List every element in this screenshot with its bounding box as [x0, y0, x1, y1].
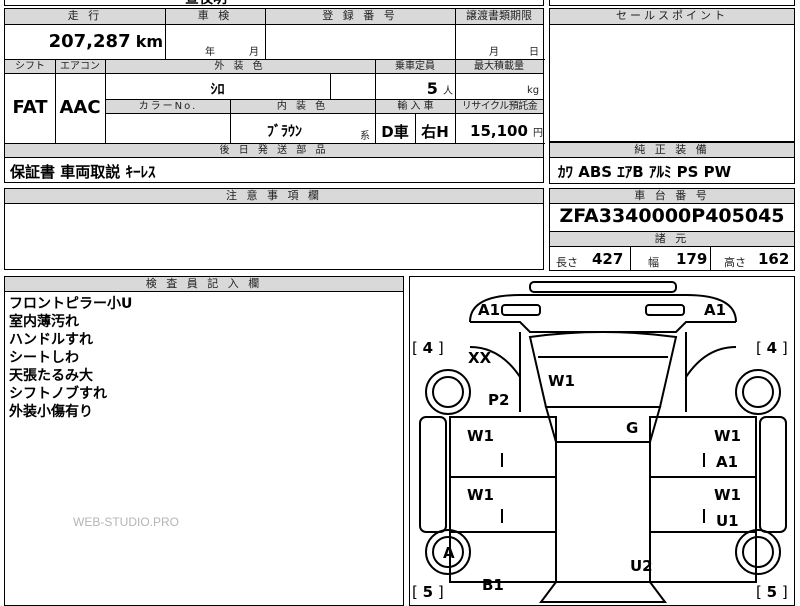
tire-rr-label: [ 5 ] [756, 583, 788, 601]
interior-suffix: 系 [360, 131, 370, 142]
tire-rl-label: [ 5 ] [412, 583, 444, 601]
note-line: フロントピラー小U [9, 296, 133, 312]
later-parts-header: 後 日 発 送 部 品 [5, 144, 543, 158]
shift-value: FAT [12, 97, 48, 118]
inspector-header: 検 査 員 記 入 欄 [5, 277, 403, 292]
mileage-number: 207,287 [48, 31, 131, 52]
w1-rr-label: W1 [714, 486, 741, 504]
inspector-box: 検 査 員 記 入 欄 フロントピラー小U 室内薄汚れ ハンドルすれ シートしわ… [4, 276, 404, 606]
b1-label: B1 [482, 576, 504, 594]
u2-label: U2 [630, 557, 653, 575]
transfer-header: 譲渡書類期限 [455, 9, 543, 25]
width-value: 179 [676, 250, 708, 268]
tire-fl-label: [ 4 ] [412, 339, 444, 357]
chassis-header: 車 台 番 号 [550, 189, 794, 204]
inspector-notes: フロントピラー小U 室内薄汚れ ハンドルすれ シートしわ 天張たるみ大 シフトノ… [9, 295, 132, 421]
equipment-value: ｶﾜ ABS ｴｱB ｱﾙﾐ PS PW [558, 163, 732, 181]
inspection-year: 年 [205, 47, 215, 58]
recycle-header: リサイクル預託金 [456, 100, 543, 114]
aircon-header: エアコン [55, 60, 105, 74]
mileage-value: 207,287 km [5, 31, 163, 52]
import-dealer: D車 [381, 123, 409, 141]
a1-right-label: A1 [704, 301, 727, 319]
w1-fr-label: W1 [714, 427, 741, 445]
chassis-value: ZFA3340000P405045 [559, 205, 785, 227]
exterior-header: 外 装 色 [105, 60, 375, 74]
import-steering: 右H [421, 123, 449, 141]
exterior-value: ｼﾛ [210, 82, 225, 98]
sales-point-box: セールスポイント [549, 8, 795, 142]
recycle-number: 15,100 [470, 122, 528, 140]
a1-fr-label: A1 [716, 453, 739, 471]
xx-label: XX [468, 349, 492, 367]
maxload-header: 最大積載量 [455, 60, 543, 74]
caution-box: 注 意 事 項 欄 [4, 188, 544, 270]
shift-header: シフト [5, 60, 55, 74]
note-line: シートしわ [9, 350, 79, 366]
capacity-value: 5 人 [377, 79, 453, 98]
later-parts-row: 保証書 車両取説 ｷｰﾚｽ [4, 157, 544, 183]
capacity-number: 5 [426, 79, 438, 98]
length-value: 427 [592, 250, 624, 268]
top-strip-right [549, 0, 795, 6]
width-label: 幅 [648, 256, 659, 269]
recycle-unit: 円 [533, 128, 543, 139]
tire-fr-label: [ 4 ] [756, 339, 788, 357]
import-header: 輸 入 車 [376, 100, 455, 114]
interior-header: 内 装 色 [230, 100, 375, 114]
inspection-month: 月 [249, 47, 259, 58]
u1-rr-label: U1 [716, 512, 739, 530]
later-parts-value: 保証書 車両取説 ｷｰﾚｽ [10, 163, 156, 181]
colorno-header: カラーNo. [106, 100, 230, 114]
inspection-header: 車 検 [165, 9, 265, 25]
sales-point-header: セールスポイント [550, 9, 794, 25]
p2-label: P2 [488, 391, 510, 409]
w1-rl-label: W1 [467, 486, 494, 504]
info-table: 走 行 車 検 登 録 番 号 譲渡書類期限 207,287 km 年 月 月 … [4, 8, 545, 158]
note-line: 天張たるみ大 [9, 368, 93, 384]
equipment-header: 純 正 装 備 [550, 143, 794, 158]
height-value: 162 [758, 250, 790, 268]
maxload-unit: kg [527, 85, 540, 96]
transfer-day: 日 [529, 47, 539, 58]
interior-value: ﾌﾞﾗｳﾝ [267, 124, 302, 140]
aircon-value: AAC [59, 97, 101, 118]
chassis-box: 車 台 番 号 ZFA3340000P405045 [549, 188, 795, 232]
dimensions-box: 諸 元 長さ 427 幅 179 高さ 162 [549, 231, 795, 271]
w1-hood-label: W1 [548, 372, 575, 390]
a1-left-label: A1 [478, 301, 501, 319]
mileage-unit: km [135, 32, 163, 51]
recycle-value: 15,100 円 [455, 121, 543, 140]
car-diagram-box: A1 A1 [ 4 ] [ 4 ] XX W1 P2 G W1 W1 A1 W1… [409, 276, 795, 606]
watermark: WEB-STUDIO.PRO [73, 515, 180, 529]
top-cut-label: 昼夜明 [185, 0, 227, 8]
top-strip [4, 0, 544, 6]
registration-header: 登 録 番 号 [265, 9, 455, 25]
note-line: 外装小傷有り [9, 404, 93, 420]
capacity-header: 乗車定員 [375, 60, 455, 74]
mileage-header: 走 行 [5, 9, 165, 25]
length-label: 長さ [556, 256, 578, 269]
caution-header: 注 意 事 項 欄 [5, 189, 543, 204]
height-label: 高さ [724, 256, 746, 269]
capacity-unit: 人 [443, 86, 453, 97]
dimensions-header: 諸 元 [550, 232, 794, 247]
a-rl-label: A [443, 544, 455, 562]
note-line: シフトノブすれ [9, 386, 107, 402]
note-line: 室内薄汚れ [9, 314, 79, 330]
g-label: G [626, 419, 639, 437]
note-line: ハンドルすれ [9, 332, 93, 348]
w1-fl-label: W1 [467, 427, 494, 445]
equipment-box: 純 正 装 備 ｶﾜ ABS ｴｱB ｱﾙﾐ PS PW [549, 142, 795, 184]
transfer-month: 月 [489, 47, 499, 58]
